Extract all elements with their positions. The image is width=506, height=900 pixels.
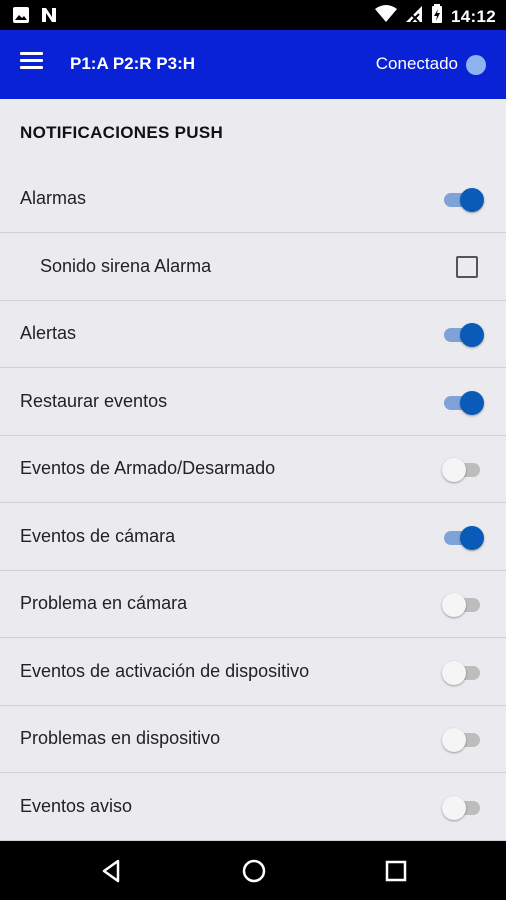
setting-label: Eventos aviso <box>20 795 133 816</box>
setting-row[interactable]: Eventos de activación de dispositivo <box>0 639 506 706</box>
toggle-switch[interactable] <box>442 187 484 213</box>
switch-thumb <box>460 390 484 415</box>
setting-row[interactable]: Eventos de cámara <box>0 504 506 571</box>
toggle-switch[interactable] <box>442 390 484 416</box>
switch-thumb <box>442 458 466 482</box>
navigation-bar <box>0 841 506 900</box>
status-bar: 14:12 <box>0 0 506 30</box>
battery-icon <box>431 4 443 29</box>
switch-thumb <box>442 728 466 752</box>
status-time: 14:12 <box>451 6 496 26</box>
toggle-switch[interactable] <box>442 457 484 483</box>
setting-label: Restaurar eventos <box>20 390 168 411</box>
connection-status-dot <box>466 55 486 75</box>
setting-label: Problemas en dispositivo <box>20 728 221 748</box>
setting-row[interactable]: Alertas <box>0 301 506 368</box>
setting-row[interactable]: Problema en cámara <box>0 571 506 638</box>
setting-label: Eventos de Armado/Desarmado <box>20 458 276 478</box>
switch-thumb <box>460 188 484 212</box>
menu-icon[interactable] <box>20 52 50 78</box>
image-icon <box>12 6 30 29</box>
toggle-switch[interactable] <box>442 525 484 551</box>
setting-row[interactable]: Eventos de Armado/Desarmado <box>0 436 506 503</box>
switch-thumb <box>442 593 466 617</box>
wifi-icon <box>375 5 398 28</box>
toggle-switch[interactable] <box>442 795 484 821</box>
connection-label: Conectado <box>375 54 458 73</box>
checkbox[interactable] <box>456 255 478 278</box>
setting-row[interactable]: Eventos aviso <box>0 774 506 841</box>
setting-row[interactable]: Alarmas <box>0 166 506 233</box>
setting-label: Problema en cámara <box>20 593 188 613</box>
switch-thumb <box>460 323 484 347</box>
setting-label: Alarmas <box>20 188 87 208</box>
home-icon[interactable] <box>240 857 268 885</box>
toggle-switch[interactable] <box>442 592 484 618</box>
switch-thumb <box>442 660 466 685</box>
switch-thumb <box>460 525 484 550</box>
settings-content: NOTIFICACIONES PUSH Alarmas Sonido sirena… <box>0 99 506 841</box>
toggle-switch[interactable] <box>442 660 484 686</box>
setting-row[interactable]: Sonido sirena Alarma <box>0 234 506 301</box>
app-title: P1:A P2:R P3:H <box>70 54 196 73</box>
app-bar: P1:A P2:R P3:H Conectado <box>0 30 506 99</box>
toggle-switch[interactable] <box>442 322 484 348</box>
setting-row[interactable]: Restaurar eventos <box>0 369 506 436</box>
recents-icon[interactable] <box>382 857 410 885</box>
setting-label: Sonido sirena Alarma <box>40 255 212 276</box>
back-icon[interactable] <box>98 857 126 885</box>
section-header: NOTIFICACIONES PUSH <box>20 123 224 142</box>
setting-label: Eventos de activación de dispositivo <box>20 660 310 681</box>
switch-thumb <box>442 795 466 820</box>
toggle-switch[interactable] <box>442 727 484 753</box>
n-icon <box>40 6 58 29</box>
setting-label: Eventos de cámara <box>20 525 176 546</box>
setting-row[interactable]: Problemas en dispositivo <box>0 706 506 773</box>
signal-icon <box>405 5 423 28</box>
setting-label: Alertas <box>20 323 77 343</box>
